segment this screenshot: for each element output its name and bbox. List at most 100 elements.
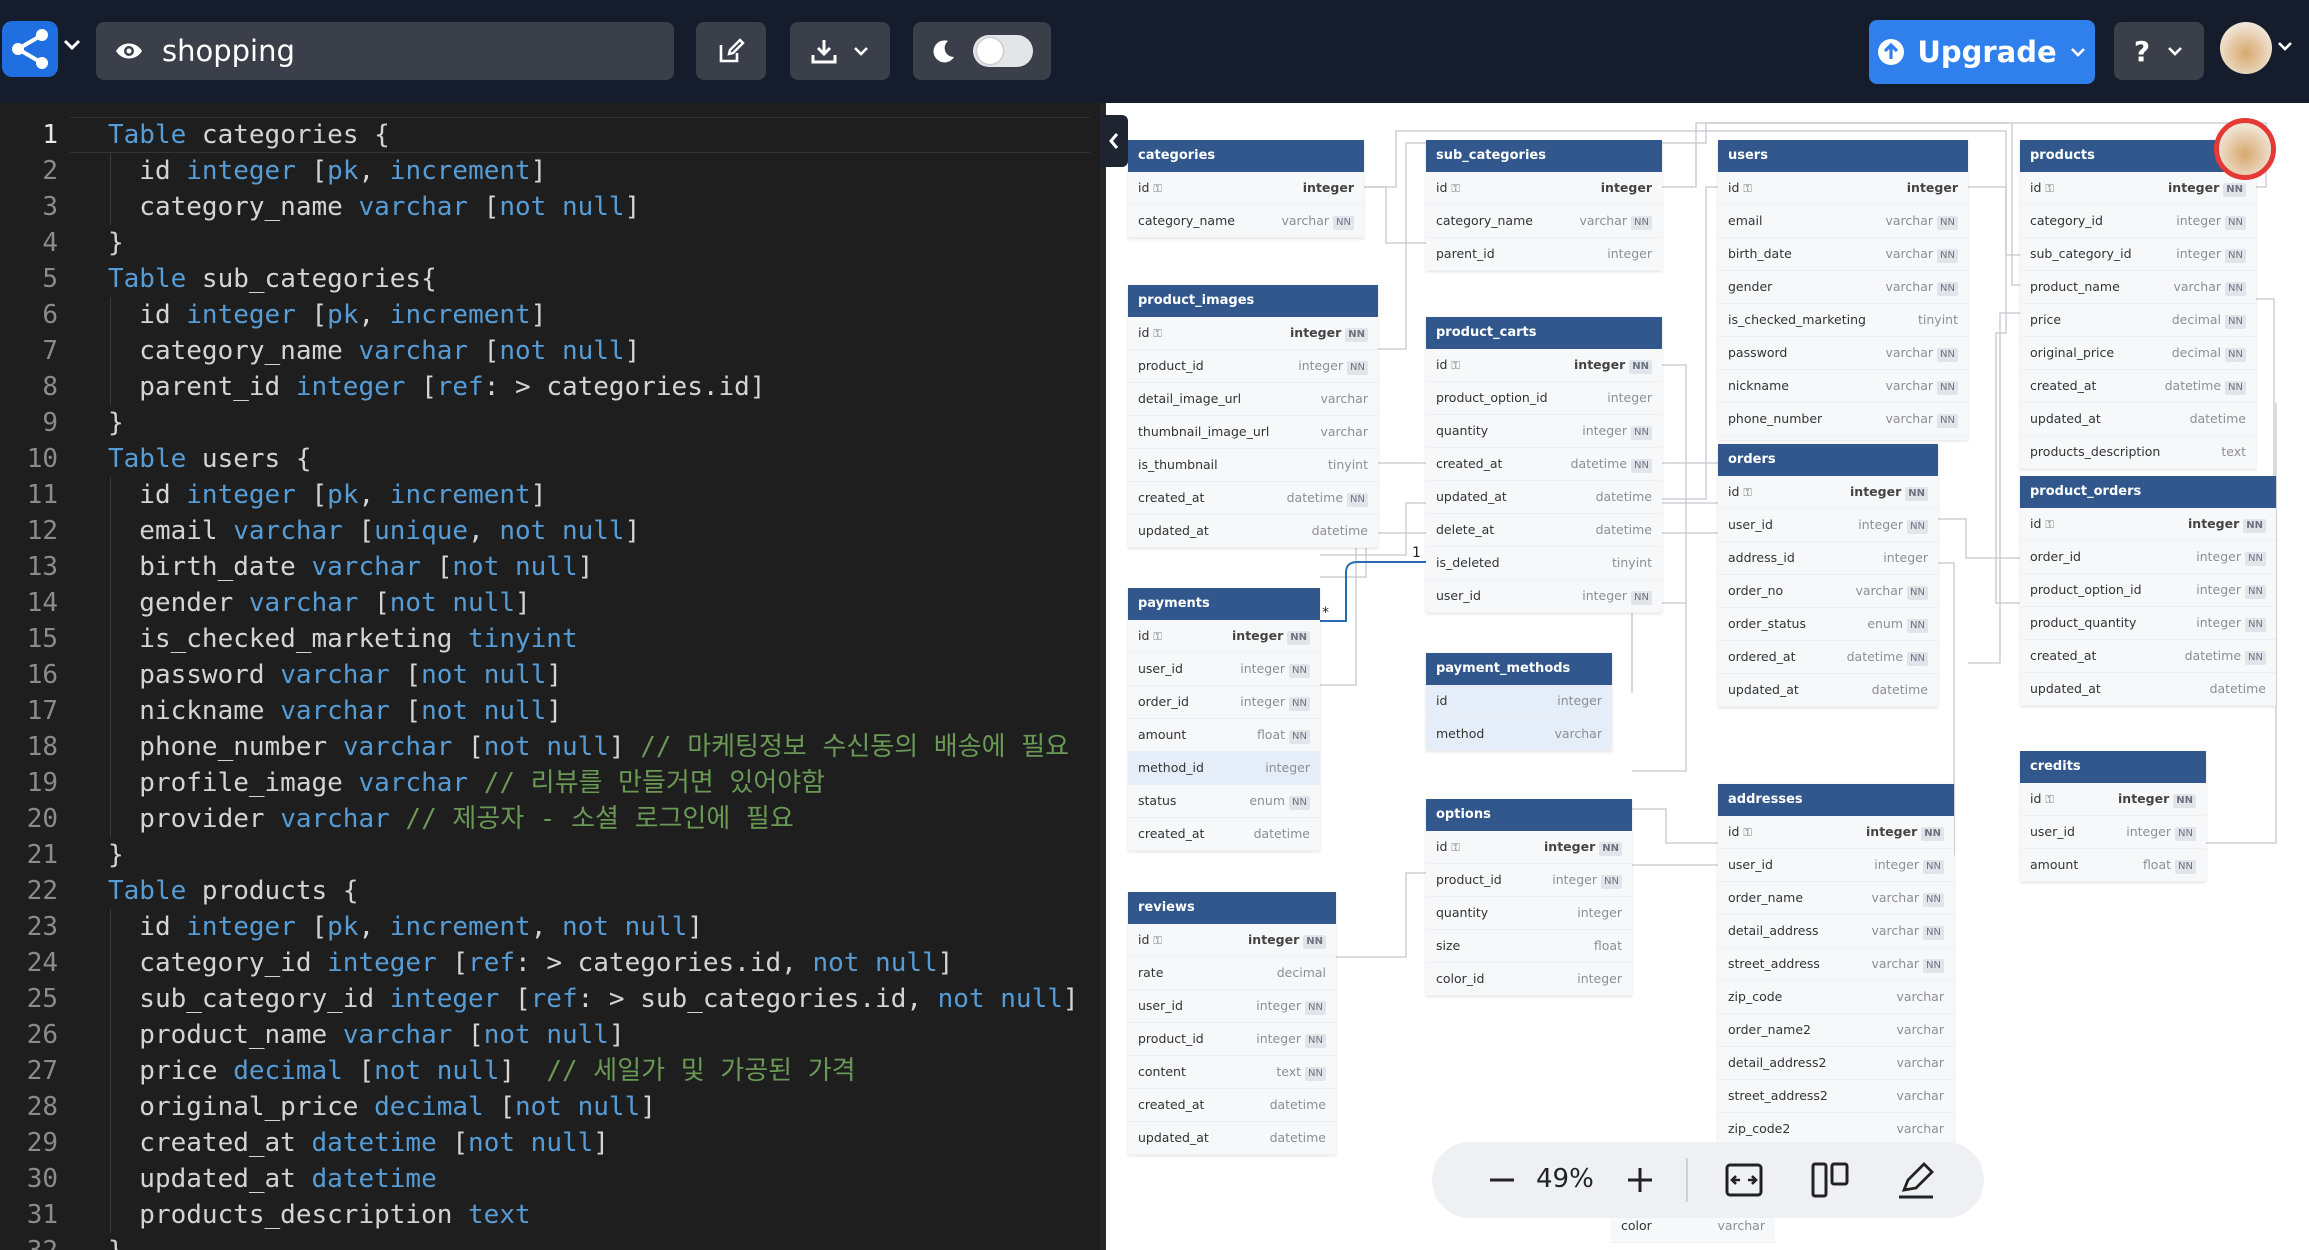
table-field[interactable]: address_id integer xyxy=(1718,542,1938,575)
code-line[interactable]: 21} xyxy=(0,837,1100,873)
table-field[interactable]: amount float NN xyxy=(1128,719,1320,752)
table-field[interactable]: order_name varchar NN xyxy=(1718,882,1954,915)
table-header[interactable]: options xyxy=(1426,799,1632,831)
code-line[interactable]: 18 phone_number varchar [not null] // 마케… xyxy=(0,729,1100,765)
code-line[interactable]: 12 email varchar [unique, not null] xyxy=(0,513,1100,549)
table-reviews[interactable]: reviews id ⚿ integer NN rate decimal user_id int… xyxy=(1128,892,1336,1155)
table-field[interactable]: nickname varchar NN xyxy=(1718,370,1968,403)
diagram-canvas[interactable]: 1 * categories id ⚿ integer category_name varc… xyxy=(1106,103,2309,1250)
table-field[interactable]: is_deleted tinyint xyxy=(1426,547,1662,580)
table-field[interactable]: created_at datetime NN xyxy=(1128,482,1378,515)
table-field[interactable]: profile_image varchar xyxy=(1718,436,1968,440)
code-line[interactable]: 5 Table sub_categories{ xyxy=(0,261,1100,297)
code-line[interactable]: 4} xyxy=(0,225,1100,261)
table-field[interactable]: detail_image_url varchar xyxy=(1128,383,1378,416)
table-field[interactable]: size float xyxy=(1426,930,1632,963)
upgrade-button[interactable]: Upgrade xyxy=(1869,20,2095,84)
code-line[interactable]: 22 Table products { xyxy=(0,873,1100,909)
table-orders[interactable]: orders id ⚿ integer NN user_id integer NN addres… xyxy=(1718,444,1938,707)
table-field[interactable]: status enum NN xyxy=(1128,785,1320,818)
table-field[interactable]: id ⚿ integer NN xyxy=(1718,816,1954,849)
table-field[interactable]: updated_at datetime xyxy=(2020,673,2276,706)
code-line[interactable]: 2 id integer [pk, increment] xyxy=(0,153,1100,189)
chevron-down-icon[interactable] xyxy=(62,38,82,52)
table-field[interactable]: zip_code varchar xyxy=(1718,981,1954,1014)
table-field[interactable]: id ⚿ integer xyxy=(1128,172,1364,205)
table-header[interactable]: payments xyxy=(1128,588,1320,620)
table-field[interactable]: created_at datetime NN xyxy=(1426,448,1662,481)
code-line[interactable]: 6 id integer [pk, increment] xyxy=(0,297,1100,333)
table-header[interactable]: payment_methods xyxy=(1426,653,1612,685)
table-field[interactable]: is_thumbnail tinyint xyxy=(1128,449,1378,482)
table-field[interactable]: updated_at datetime xyxy=(1128,1122,1336,1155)
code-line[interactable]: 13 birth_date varchar [not null] xyxy=(0,549,1100,585)
table-field[interactable]: quantity integer xyxy=(1426,897,1632,930)
code-line[interactable]: 26 product_name varchar [not null] xyxy=(0,1017,1100,1053)
table-product-carts[interactable]: product_carts id ⚿ integer NN product_option_… xyxy=(1426,317,1662,613)
table-field[interactable]: user_id integer NN xyxy=(1718,509,1938,542)
highlight-button[interactable] xyxy=(1894,1158,1938,1202)
table-field[interactable]: product_id integer NN xyxy=(1128,350,1378,383)
theme-switch[interactable] xyxy=(973,35,1033,67)
app-logo-icon[interactable] xyxy=(2,21,58,77)
code-line[interactable]: 14 gender varchar [not null] xyxy=(0,585,1100,621)
table-field[interactable]: method_id integer xyxy=(1128,752,1320,785)
zoom-in-button[interactable] xyxy=(1622,1162,1658,1198)
table-field[interactable]: id ⚿ integer xyxy=(1426,172,1662,205)
table-field[interactable]: quantity integer NN xyxy=(1426,415,1662,448)
table-users[interactable]: users id ⚿ integer email varchar NN birth_date v… xyxy=(1718,140,1968,440)
table-field[interactable]: id ⚿ integer NN xyxy=(2020,172,2256,205)
table-categories[interactable]: categories id ⚿ integer category_name varchar… xyxy=(1128,140,1364,238)
table-field[interactable]: created_at datetime NN xyxy=(2020,640,2276,673)
table-field[interactable]: password varchar NN xyxy=(1718,337,1968,370)
table-field[interactable]: created_at datetime xyxy=(1128,818,1320,851)
table-field[interactable]: id ⚿ integer xyxy=(1718,172,1968,205)
table-field[interactable]: content text NN xyxy=(1128,1056,1336,1089)
table-header[interactable]: categories xyxy=(1128,140,1364,172)
code-line[interactable]: 24 category_id integer [ref: > categorie… xyxy=(0,945,1100,981)
table-field[interactable]: user_id integer NN xyxy=(1718,849,1954,882)
code-line[interactable]: 1 Table categories { xyxy=(0,117,1100,153)
table-field[interactable]: id ⚿ integer NN xyxy=(1128,317,1378,350)
table-addresses[interactable]: addresses id ⚿ integer NN user_id integer NN ord… xyxy=(1718,784,1954,1146)
table-field[interactable]: birth_date varchar NN xyxy=(1718,238,1968,271)
document-name-field[interactable]: shopping xyxy=(96,22,674,80)
table-products[interactable]: products id ⚿ integer NN category_id integer NN… xyxy=(2020,140,2256,469)
table-field[interactable]: detail_address varchar NN xyxy=(1718,915,1954,948)
code-line[interactable]: 28 original_price decimal [not null] xyxy=(0,1089,1100,1125)
zoom-out-button[interactable] xyxy=(1484,1162,1520,1198)
table-field[interactable]: thumbnail_image_url varchar xyxy=(1128,416,1378,449)
code-line[interactable]: 30 updated_at datetime xyxy=(0,1161,1100,1197)
table-field[interactable]: product_option_id integer xyxy=(1426,382,1662,415)
table-field[interactable]: order_id integer NN xyxy=(2020,541,2276,574)
code-line[interactable]: 3 category_name varchar [not null] xyxy=(0,189,1100,225)
code-line[interactable]: 11 id integer [pk, increment] xyxy=(0,477,1100,513)
table-header[interactable]: product_images xyxy=(1128,285,1378,317)
table-header[interactable]: reviews xyxy=(1128,892,1336,924)
collaborator-avatar[interactable] xyxy=(2214,118,2276,180)
table-field[interactable]: created_at datetime xyxy=(1128,1089,1336,1122)
table-field[interactable]: sub_category_id integer NN xyxy=(2020,238,2256,271)
code-line[interactable]: 23 id integer [pk, increment, not null] xyxy=(0,909,1100,945)
code-line[interactable]: 17 nickname varchar [not null] xyxy=(0,693,1100,729)
code-line[interactable]: 7 category_name varchar [not null] xyxy=(0,333,1100,369)
table-field[interactable]: gender varchar NN xyxy=(1718,271,1968,304)
table-header[interactable]: orders xyxy=(1718,444,1938,476)
code-line[interactable]: 15 is_checked_marketing tinyint xyxy=(0,621,1100,657)
code-line[interactable]: 31 products_description text xyxy=(0,1197,1100,1233)
table-field[interactable]: user_id integer NN xyxy=(1128,990,1336,1023)
table-field[interactable]: id ⚿ integer NN xyxy=(2020,783,2206,816)
table-field[interactable]: order_no varchar NN xyxy=(1718,575,1938,608)
code-line[interactable]: 10 Table users { xyxy=(0,441,1100,477)
code-line[interactable]: 16 password varchar [not null] xyxy=(0,657,1100,693)
table-field[interactable]: order_id integer NN xyxy=(1128,686,1320,719)
code-line[interactable]: 27 price decimal [not null] // 세일가 및 가공된… xyxy=(0,1053,1100,1089)
code-line[interactable]: 25 sub_category_id integer [ref: > sub_c… xyxy=(0,981,1100,1017)
table-field[interactable]: color_id integer xyxy=(1426,963,1632,996)
table-field[interactable]: method varchar xyxy=(1426,718,1612,751)
table-field[interactable]: updated_at datetime xyxy=(1426,481,1662,514)
table-payments[interactable]: payments id ⚿ integer NN user_id integer NN orde… xyxy=(1128,588,1320,851)
table-field[interactable]: category_id integer NN xyxy=(2020,205,2256,238)
user-avatar[interactable] xyxy=(2220,22,2272,74)
table-field[interactable]: id ⚿ integer NN xyxy=(1426,349,1662,382)
